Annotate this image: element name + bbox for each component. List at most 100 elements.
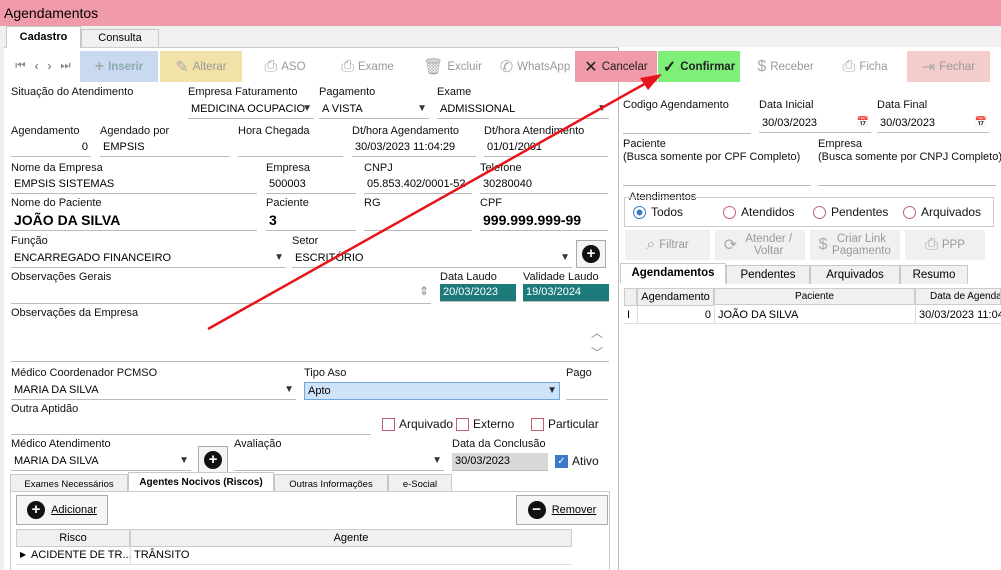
- dt-atendimento-field[interactable]: 01/01/2001: [484, 139, 608, 157]
- tab-consulta[interactable]: Consulta: [81, 29, 159, 47]
- add-setor-button[interactable]: +: [576, 240, 606, 268]
- ficha-button[interactable]: ⎙ Ficha: [830, 51, 900, 82]
- validade-laudo-field[interactable]: 19/03/2024: [523, 284, 609, 302]
- prev-record-icon[interactable]: ‹: [35, 61, 39, 73]
- externo-checkbox[interactable]: Externo: [456, 417, 514, 432]
- medico-atendimento-label: Médico Atendimento: [11, 438, 111, 450]
- paciente-search-field[interactable]: [623, 168, 811, 186]
- table-row[interactable]: I 0 JOÃO DA SILVA 30/03/2023 11:04: [624, 306, 1001, 324]
- radio-todos[interactable]: Todos: [633, 205, 683, 220]
- grid-header-paciente[interactable]: Paciente: [714, 288, 915, 305]
- whatsapp-icon: ✆: [499, 58, 514, 76]
- tipo-aso-select[interactable]: Apto ▼: [304, 382, 560, 400]
- dollar-icon: $: [757, 57, 767, 75]
- whatsapp-button[interactable]: ✆ WhatsApp: [495, 51, 575, 82]
- radio-arquivados[interactable]: Arquivados: [903, 205, 981, 220]
- confirmar-button[interactable]: ✓ Confirmar: [658, 51, 740, 82]
- criar-link-button[interactable]: $ Criar Link Pagamento: [810, 230, 900, 260]
- funcao-select[interactable]: ENCARREGADO FINANCEIRO ▼: [11, 250, 286, 268]
- chevron-down-icon: ▼: [417, 103, 427, 114]
- grid-header-agente[interactable]: Agente: [130, 529, 572, 547]
- dt-agendamento-field[interactable]: 30/03/2023 11:04:29: [352, 139, 476, 157]
- filtrar-button[interactable]: ⌕ Filtrar: [625, 230, 710, 260]
- nome-empresa-field[interactable]: EMPSIS SISTEMAS: [11, 176, 257, 194]
- obs-gerais-field[interactable]: ⇕: [11, 284, 431, 304]
- setor-select[interactable]: ESCRITÓRIO ▼: [292, 250, 572, 268]
- empresa-search-hint: (Busca somente por CNPJ Completo): [818, 151, 1001, 163]
- arquivado-checkbox[interactable]: Arquivado: [382, 417, 453, 432]
- codigo-agendamento-field[interactable]: [623, 114, 751, 134]
- chevron-down-icon: ▼: [560, 252, 570, 263]
- subtab-outras-informacoes[interactable]: Outras Informações: [274, 474, 388, 492]
- rg-label: RG: [364, 197, 381, 209]
- grid-header-agendamento[interactable]: Agendamento: [637, 288, 714, 306]
- data-laudo-field[interactable]: 20/03/2023: [440, 284, 516, 302]
- subtab-exames[interactable]: Exames Necessários: [10, 474, 128, 492]
- outra-aptidao-field[interactable]: [11, 417, 371, 435]
- grid-header-data[interactable]: Data de Agendar: [915, 288, 1001, 305]
- obs-gerais-label: Observações Gerais: [11, 271, 112, 283]
- printer-icon: ⎙: [925, 236, 938, 253]
- paciente-field[interactable]: 3: [266, 211, 356, 231]
- adicionar-button[interactable]: + Adicionar: [16, 495, 108, 525]
- scroll-down-icon[interactable]: ﹀: [591, 344, 603, 361]
- rg-field[interactable]: [364, 213, 472, 231]
- medico-coord-select[interactable]: MARIA DA SILVA ▼: [11, 382, 296, 400]
- last-record-icon[interactable]: ⏭: [60, 60, 70, 73]
- ppp-button[interactable]: ⎙ PPP: [905, 230, 985, 260]
- data-conclusao-field[interactable]: 30/03/2023: [452, 453, 548, 471]
- scroll-arrows-icon[interactable]: ⇕: [419, 284, 429, 298]
- rtab-resumo[interactable]: Resumo: [900, 265, 968, 284]
- data-inicial-label: Data Inicial: [759, 99, 814, 111]
- subtab-agentes-nocivos[interactable]: Agentes Nocivos (Riscos): [128, 472, 274, 492]
- aso-button[interactable]: ⎙ ASO: [250, 51, 320, 82]
- rtab-arquivados[interactable]: Arquivados: [810, 265, 900, 284]
- rtab-pendentes[interactable]: Pendentes: [726, 265, 810, 284]
- next-record-icon[interactable]: ›: [48, 61, 52, 73]
- fechar-button[interactable]: ⇥ Fechar: [907, 51, 990, 82]
- subtab-esocial[interactable]: e-Social: [388, 474, 452, 492]
- grid-header-risco[interactable]: Risco: [16, 529, 130, 547]
- agendado-por-field[interactable]: EMPSIS: [100, 139, 230, 157]
- nome-paciente-field[interactable]: JOÃO DA SILVA: [11, 211, 257, 231]
- tab-cadastro[interactable]: Cadastro: [6, 26, 81, 48]
- exame-select[interactable]: ADMISSIONAL ▼: [437, 101, 609, 119]
- receber-button[interactable]: $ Receber: [748, 51, 823, 82]
- particular-checkbox[interactable]: Particular: [531, 417, 599, 432]
- exame-button[interactable]: ⎙ Exame: [330, 51, 405, 82]
- telefone-field[interactable]: 30280040: [480, 176, 608, 194]
- data-final-field[interactable]: 30/03/2023 📅: [877, 115, 989, 133]
- medico-atendimento-select[interactable]: MARIA DA SILVA ▼: [11, 453, 191, 471]
- empresa-field[interactable]: 500003: [266, 176, 356, 194]
- radio-selected-icon: [633, 206, 646, 220]
- table-row[interactable]: ▶ ACIDENTE DE TR... TRÂNSITO: [16, 546, 572, 565]
- cnpj-field[interactable]: 05.853.402/0001-52: [364, 176, 472, 194]
- pagamento-select[interactable]: A VISTA ▼: [319, 101, 429, 119]
- data-inicial-field[interactable]: 30/03/2023 📅: [759, 115, 871, 133]
- empresa-search-field[interactable]: [818, 168, 996, 186]
- cancelar-button[interactable]: ✕ Cancelar: [575, 51, 657, 82]
- obs-empresa-field[interactable]: [11, 320, 609, 362]
- hora-chegada-field[interactable]: [238, 139, 343, 157]
- cpf-field[interactable]: 999.999.999-99: [480, 211, 608, 231]
- calendar-icon[interactable]: 📅: [857, 117, 869, 128]
- inserir-button[interactable]: + Inserir: [80, 51, 158, 82]
- agendamento-field[interactable]: 0: [11, 139, 91, 157]
- atender-voltar-button[interactable]: ⟳ Atender / Voltar: [715, 230, 805, 260]
- empresa-faturamento-select[interactable]: MEDICINA OCUPACIO ▼: [188, 101, 314, 119]
- ativo-checkbox[interactable]: ✓ Ativo: [555, 454, 599, 469]
- first-record-icon[interactable]: ⏮: [15, 60, 25, 73]
- record-navigator[interactable]: ⏮ ‹ › ⏭: [8, 51, 78, 82]
- radio-pendentes[interactable]: Pendentes: [813, 205, 888, 220]
- excluir-button[interactable]: 🗑 Excluir: [415, 51, 490, 82]
- scroll-up-icon[interactable]: ︿: [591, 324, 603, 341]
- add-medico-button[interactable]: +: [198, 446, 228, 474]
- alterar-button[interactable]: ✎ Alterar: [160, 51, 242, 82]
- calendar-icon[interactable]: 📅: [975, 117, 987, 128]
- avaliacao-select[interactable]: ▼: [234, 453, 444, 471]
- radio-atendidos[interactable]: Atendidos: [723, 205, 794, 220]
- setor-label: Setor: [292, 235, 319, 247]
- remover-button[interactable]: − Remover: [516, 495, 608, 525]
- pago-field[interactable]: [566, 382, 608, 400]
- rtab-agendamentos[interactable]: Agendamentos: [620, 263, 726, 283]
